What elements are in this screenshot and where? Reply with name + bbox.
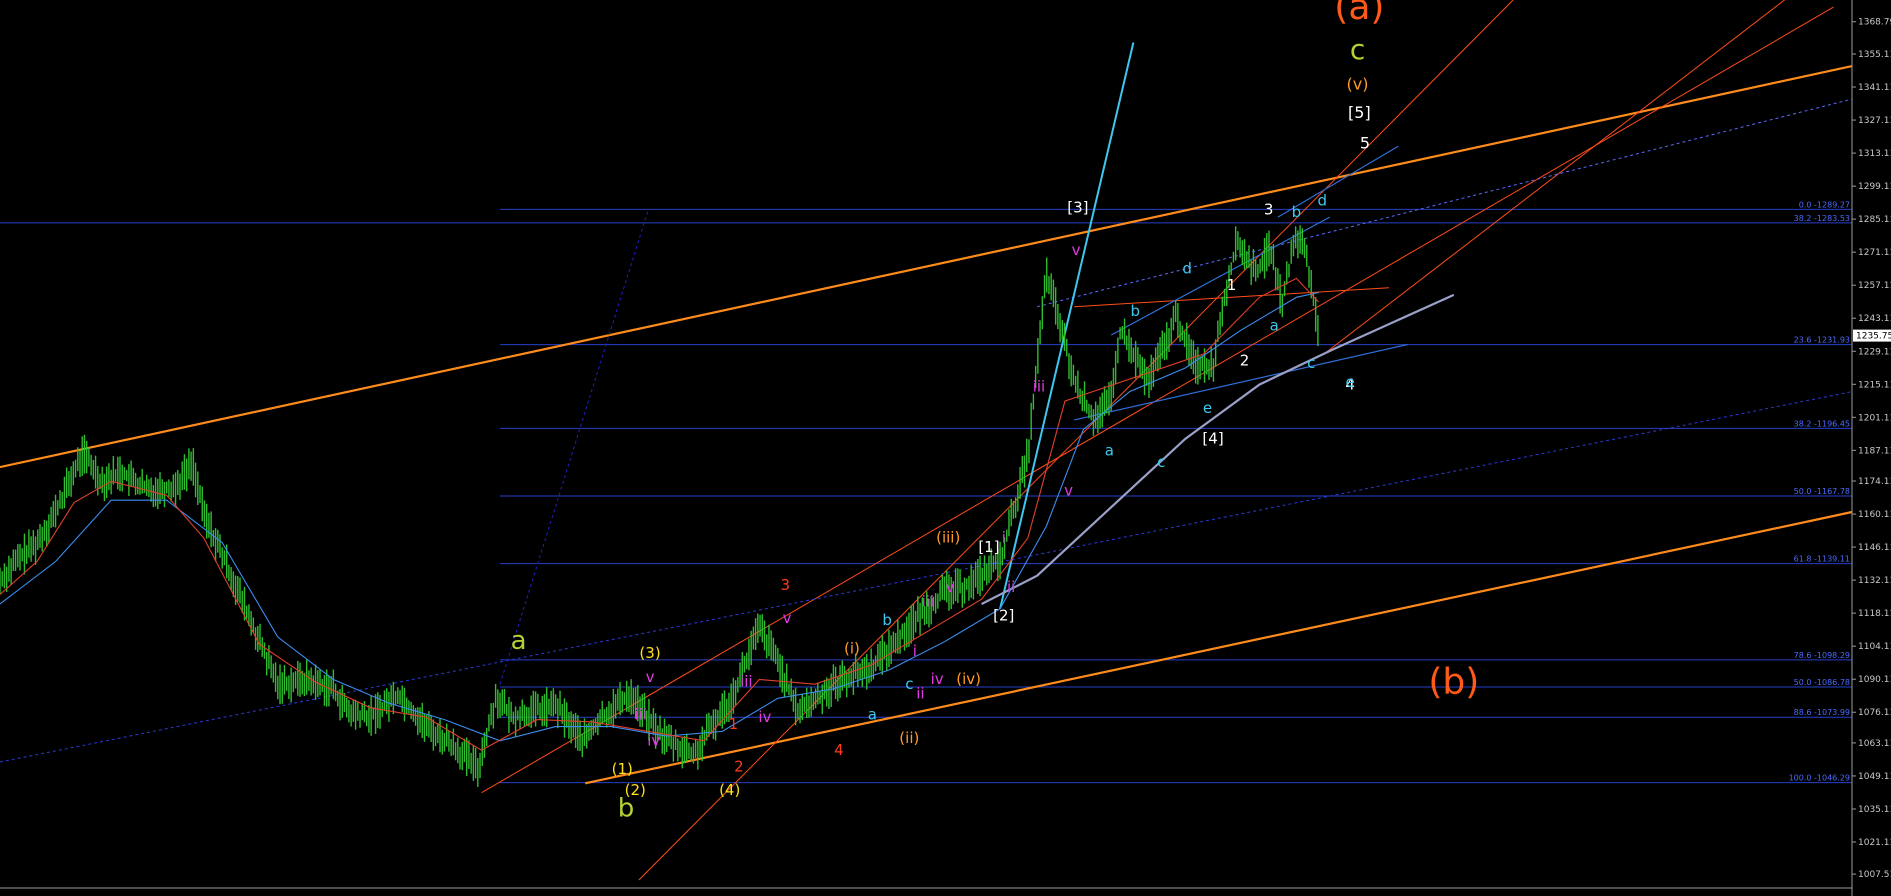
price-tick-label-1: 1355.11	[1858, 50, 1891, 60]
wave-label-38: v	[783, 609, 792, 627]
wave-label-1: c	[1350, 33, 1365, 66]
wave-label-22: 1	[729, 715, 739, 733]
fib-label-4: 50.0 -1167.78	[1794, 487, 1850, 496]
wave-label-25: (1)	[612, 760, 633, 778]
price-tick-label-17: 1132.11	[1858, 576, 1891, 586]
wave-label-8: [3]	[1067, 198, 1088, 216]
price-tick-label-10: 1229.11	[1858, 347, 1891, 357]
price-tick-label-13: 1187.11	[1858, 446, 1891, 456]
wave-label-3: [5]	[1348, 103, 1371, 122]
price-tick-label-14: 1174.11	[1858, 477, 1891, 487]
price-tick-label-7: 1271.11	[1858, 248, 1891, 258]
price-tick-label-18: 1118.11	[1858, 609, 1891, 619]
wave-label-56: a	[868, 706, 877, 724]
price-tick-label-19: 1104.11	[1858, 642, 1891, 652]
wave-label-49: b	[1292, 203, 1302, 221]
wave-label-6: a	[511, 626, 527, 656]
price-tick-label-2: 1341.11	[1858, 83, 1891, 93]
wave-label-30: v	[1064, 481, 1073, 499]
price-tick-label-26: 1007.51	[1858, 870, 1891, 880]
wave-label-45: b	[1131, 302, 1141, 320]
wave-label-48: e	[1203, 399, 1212, 417]
wave-label-9: [1]	[978, 538, 999, 556]
wave-label-47: c	[1157, 453, 1165, 471]
fib-label-2: 23.6 -1231.93	[1794, 336, 1850, 345]
wave-label-54: b	[882, 611, 892, 629]
price-tick-label-3: 1327.11	[1858, 116, 1891, 126]
wave-label-39: iii	[740, 673, 753, 691]
wave-label-10: [2]	[993, 606, 1014, 624]
wave-label-21: 4	[834, 741, 844, 759]
wave-label-55: c	[905, 675, 913, 693]
price-tick-label-6: 1285.11	[1858, 215, 1891, 225]
wave-label-36: ii	[916, 684, 924, 702]
wave-label-23: 2	[734, 757, 744, 775]
wave-label-29: iii	[1033, 378, 1046, 396]
wave-label-20: 3	[780, 576, 790, 594]
price-tick-label-9: 1243.11	[1858, 314, 1891, 324]
price-tick-label-5: 1299.11	[1858, 182, 1891, 192]
fib-label-1: 38.2 -1283.53	[1794, 214, 1850, 223]
price-tick-label-23: 1049.11	[1858, 772, 1891, 782]
fib-label-7: 50.0 -1086.78	[1794, 678, 1850, 687]
price-chart[interactable]: 0.0 -1289.2738.2 -1283.5323.6 -1231.9338…	[0, 0, 1891, 896]
wave-label-28: v	[1072, 241, 1081, 259]
wave-label-53: e	[1345, 373, 1354, 391]
price-tick-label-12: 1201.11	[1858, 413, 1891, 423]
wave-label-2: (v)	[1347, 75, 1369, 94]
price-tick-label-8: 1257.11	[1858, 281, 1891, 291]
wave-label-44: d	[1182, 260, 1192, 278]
wave-label-40: iv	[758, 708, 771, 726]
wave-label-0: (a)	[1334, 0, 1384, 28]
wave-label-16: (iii)	[936, 529, 960, 547]
wave-label-4: 5	[1360, 134, 1370, 153]
wave-label-46: a	[1105, 441, 1114, 459]
wave-label-37: i	[913, 642, 917, 660]
fib-label-9: 100.0 -1046.29	[1789, 774, 1850, 783]
price-tick-label-21: 1076.11	[1858, 708, 1891, 718]
price-tick-label-24: 1035.11	[1858, 805, 1891, 815]
wave-label-33: v	[946, 578, 955, 596]
price-tick-label-25: 1021.11	[1858, 838, 1891, 848]
wave-label-17: (i)	[844, 640, 860, 658]
wave-label-26: (2)	[625, 781, 646, 799]
price-tick-label-20: 1090.11	[1858, 675, 1891, 685]
fib-label-0: 0.0 -1289.27	[1799, 200, 1850, 209]
wave-label-15: 2	[1240, 352, 1250, 370]
wave-label-31: i	[1002, 529, 1006, 547]
wave-label-50: d	[1318, 191, 1328, 209]
wave-label-5: (b)	[1428, 662, 1479, 703]
fib-label-8: 88.6 -1073.99	[1794, 708, 1850, 717]
fib-label-5: 61.8 -1139.11	[1794, 555, 1850, 564]
price-tick-label-15: 1160.11	[1858, 510, 1891, 520]
wave-label-51: a	[1270, 316, 1279, 334]
chart-background	[0, 0, 1891, 896]
wave-label-24: (3)	[639, 644, 660, 662]
wave-label-32: ii	[1007, 578, 1015, 596]
wave-label-34: iii	[922, 592, 935, 610]
wave-label-35: iv	[931, 670, 944, 688]
wave-label-19: (ii)	[899, 729, 919, 747]
price-tick-label-0: 1368.79	[1858, 18, 1891, 28]
price-tick-label-11: 1215.11	[1858, 380, 1891, 390]
wave-label-11: [4]	[1202, 430, 1223, 448]
current-price-label: 1235.75	[1856, 332, 1891, 342]
wave-label-13: 3	[1264, 201, 1274, 219]
price-tick-label-22: 1063.11	[1858, 739, 1891, 749]
wave-label-42: iii	[635, 706, 648, 724]
wave-label-52: c	[1307, 354, 1315, 372]
price-tick-label-4: 1313.11	[1858, 149, 1891, 159]
wave-label-41: v	[646, 668, 655, 686]
fib-label-3: 38.2 -1196.45	[1794, 419, 1850, 428]
wave-label-27: (4)	[719, 781, 740, 799]
wave-label-14: 1	[1227, 276, 1237, 294]
wave-label-43: iv	[647, 732, 660, 750]
wave-label-18: (iv)	[956, 670, 981, 688]
price-tick-label-16: 1146.11	[1858, 543, 1891, 553]
fib-label-6: 78.6 -1098.29	[1794, 651, 1850, 660]
